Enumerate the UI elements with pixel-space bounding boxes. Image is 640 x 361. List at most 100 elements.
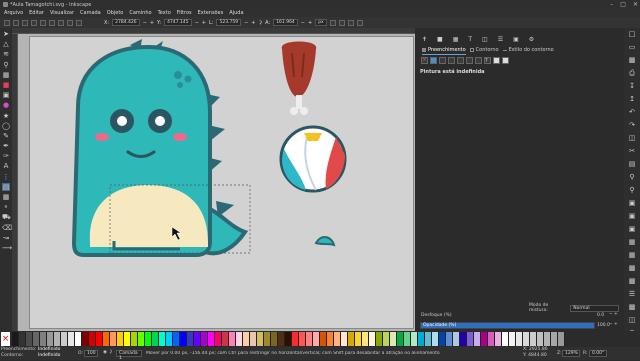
unset-paint-button[interactable]: ? [484, 57, 491, 64]
color-swatch[interactable] [110, 332, 117, 346]
menu-ajuda[interactable]: Ajuda [229, 10, 243, 16]
color-swatch[interactable] [397, 332, 404, 346]
color-swatch[interactable] [54, 332, 61, 346]
color-swatch[interactable] [390, 332, 397, 346]
select-all-icon[interactable] [4, 19, 10, 26]
connector-tool-icon[interactable]: ↝ [2, 234, 10, 242]
menu-camada[interactable]: Camada [80, 10, 101, 16]
color-swatch[interactable] [96, 332, 103, 346]
xml-editor-icon[interactable]: ▩ [629, 304, 636, 311]
scale-stroke-icon[interactable] [329, 19, 336, 26]
color-swatch[interactable] [320, 332, 327, 346]
fill-stroke-icon[interactable]: ▩ [629, 265, 636, 272]
color-swatch[interactable] [229, 332, 236, 346]
lock-icon[interactable]: ⚳ [258, 20, 262, 26]
color-swatch[interactable] [530, 332, 537, 346]
star-tool-icon[interactable]: ★ [2, 112, 10, 120]
group-icon[interactable]: ▦ [629, 239, 636, 246]
export-icon[interactable]: ↥ [629, 96, 636, 103]
color-swatch[interactable] [285, 332, 292, 346]
color-swatch[interactable] [299, 332, 306, 346]
align-icon[interactable]: ◫ [629, 317, 636, 324]
menu-editar[interactable]: Editar [29, 10, 44, 16]
menu-objeto[interactable]: Objeto [107, 10, 124, 16]
color-swatch[interactable] [516, 332, 523, 346]
color-swatch[interactable] [362, 332, 369, 346]
color-swatch[interactable] [369, 332, 376, 346]
color-swatch[interactable] [446, 332, 453, 346]
color-swatch[interactable] [383, 332, 390, 346]
width-plus-button[interactable]: + [251, 20, 255, 26]
spray-tool-icon[interactable]: ⋮ [2, 173, 10, 181]
color-swatch[interactable] [187, 332, 194, 346]
color-swatch[interactable] [418, 332, 425, 346]
panel-layers-icon[interactable]: ☰ [498, 36, 503, 43]
minimize-icon[interactable]: – [610, 1, 613, 8]
select-all-layers-icon[interactable] [13, 19, 19, 26]
color-swatch[interactable] [544, 332, 551, 346]
color-swatch[interactable] [166, 332, 173, 346]
color-swatch[interactable] [411, 332, 418, 346]
rotate-ccw-icon[interactable] [31, 19, 37, 26]
color-swatch[interactable] [250, 332, 257, 346]
color-swatch[interactable] [453, 332, 460, 346]
color-swatch[interactable] [460, 332, 467, 346]
pen-tool-icon[interactable]: ✒ [2, 142, 10, 150]
color-swatch[interactable] [537, 332, 544, 346]
x-minus-button[interactable]: − [143, 20, 147, 26]
x-plus-button[interactable]: + [150, 20, 154, 26]
fill-rule-evenodd-icon[interactable] [493, 57, 500, 64]
unlink-clone-icon[interactable]: ▣ [629, 226, 636, 233]
color-swatch[interactable] [40, 332, 47, 346]
color-swatch[interactable] [488, 332, 495, 346]
blur-plus-button[interactable]: + [614, 312, 618, 317]
layer-lock-icon[interactable]: ⚳ [109, 350, 112, 355]
color-swatch[interactable] [355, 332, 362, 346]
panel-fill-icon[interactable]: ■ [437, 36, 443, 43]
flip-horizontal-icon[interactable] [49, 19, 55, 26]
color-swatch[interactable] [341, 332, 348, 346]
opacity-minus-button[interactable]: − [609, 322, 613, 327]
deselect-icon[interactable] [22, 19, 28, 26]
undo-icon[interactable]: ↶ [629, 109, 636, 116]
color-swatch[interactable] [61, 332, 68, 346]
color-swatch[interactable] [124, 332, 131, 346]
tab-fill[interactable]: Preenchimento [422, 45, 466, 55]
color-swatch[interactable] [523, 332, 530, 346]
menu-caminho[interactable]: Caminho [129, 10, 151, 16]
color-swatch[interactable] [68, 332, 75, 346]
layers-icon[interactable]: ☰ [629, 291, 636, 298]
rotation-field[interactable]: 0.00° [589, 350, 607, 357]
menu-filtros[interactable]: Filtros [177, 10, 192, 16]
color-swatch[interactable] [348, 332, 355, 346]
move-patterns-icon[interactable] [356, 19, 363, 26]
flat-color-button[interactable] [430, 57, 437, 64]
menu-extensoes[interactable]: Extensões [198, 10, 224, 16]
color-swatch[interactable] [495, 332, 502, 346]
unit-select[interactable]: px [315, 19, 327, 26]
color-swatch[interactable] [131, 332, 138, 346]
new-document-icon[interactable]: □ [629, 31, 636, 38]
opacity-value[interactable]: 100.0 [597, 323, 610, 328]
pattern-button[interactable] [466, 57, 473, 64]
stroke-indicator-value[interactable]: Indefinido [38, 353, 68, 359]
color-swatch[interactable] [215, 332, 222, 346]
color-swatch[interactable] [138, 332, 145, 346]
height-plus-button[interactable]: + [308, 20, 312, 26]
linear-gradient-button[interactable] [439, 57, 446, 64]
color-swatch[interactable] [159, 332, 166, 346]
panel-pin-icon[interactable]: ✝ [422, 36, 427, 43]
tweak-tool-icon[interactable]: ≋ [2, 50, 10, 58]
redo-icon[interactable]: ↷ [629, 122, 636, 129]
color-swatch[interactable] [103, 332, 110, 346]
color-swatch[interactable] [12, 332, 19, 346]
node-tool-icon[interactable]: △ [2, 40, 10, 48]
ungroup-icon[interactable]: ▦ [629, 252, 636, 259]
color-swatch[interactable] [222, 332, 229, 346]
scale-corners-icon[interactable] [338, 19, 345, 26]
raise-top-icon[interactable] [67, 19, 73, 26]
flip-vertical-icon[interactable] [58, 19, 64, 26]
color-swatch[interactable] [502, 332, 509, 346]
color-swatch[interactable] [33, 332, 40, 346]
selector-tool-icon[interactable]: ➤ [2, 30, 10, 38]
